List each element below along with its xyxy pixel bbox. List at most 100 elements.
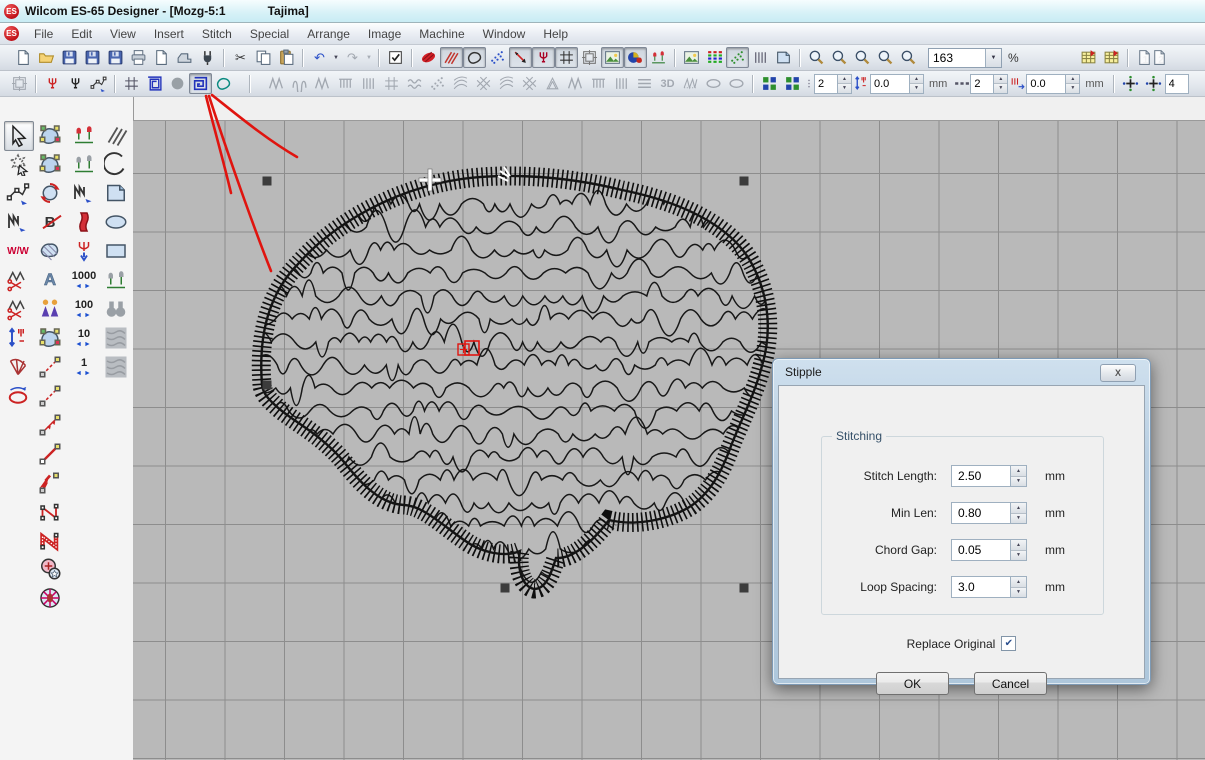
stitch-ratio-tool[interactable]: W/W (4, 237, 32, 265)
stitch-cross-icon[interactable] (518, 73, 541, 94)
rectangle-tool[interactable] (102, 237, 130, 265)
stitch-zigzag2-icon[interactable] (564, 73, 587, 94)
title-bar[interactable]: ES Wilcom ES-65 Designer - [Mozg-5:1 Taj… (0, 0, 1205, 23)
length-adjust-tool[interactable] (4, 324, 32, 352)
stitch-run-icon[interactable] (633, 73, 656, 94)
menu-view[interactable]: View (101, 25, 145, 43)
rotate-tool[interactable] (36, 179, 64, 207)
menu-file[interactable]: File (25, 25, 62, 43)
ok-button[interactable]: OK (876, 672, 949, 695)
view-outlines-icon[interactable] (463, 47, 486, 68)
spin-down-icon[interactable]: ▼ (1066, 84, 1079, 93)
stitch-estitch-icon[interactable] (334, 73, 357, 94)
view-picture-icon[interactable] (601, 47, 624, 68)
column-offset-input[interactable] (1027, 75, 1065, 93)
paste-icon[interactable] (275, 47, 298, 68)
closed-object-tool[interactable] (36, 527, 64, 555)
shape-cut-tool[interactable] (102, 179, 130, 207)
stitch-loop-b-icon[interactable] (725, 73, 748, 94)
edge-input[interactable] (1166, 75, 1188, 93)
needle-drop-tool[interactable] (70, 237, 98, 265)
arrow-line-tool[interactable] (36, 411, 64, 439)
ellipse-tool[interactable] (102, 208, 130, 236)
menu-arrange[interactable]: Arrange (298, 25, 359, 43)
spin-up-icon[interactable]: ▲ (1011, 466, 1026, 477)
bitmap-tool-icon[interactable] (680, 47, 703, 68)
texture-sample-tool[interactable] (102, 324, 130, 352)
flower-disabled-tool[interactable] (102, 266, 130, 294)
stitch-contour-icon[interactable] (495, 73, 518, 94)
circle-fill-icon[interactable] (166, 73, 189, 94)
menu-image[interactable]: Image (359, 25, 410, 43)
dashed-line-tool[interactable] (36, 353, 64, 381)
replace-original-checkbox[interactable]: ✔ (1001, 636, 1016, 651)
menu-machine[interactable]: Machine (410, 25, 473, 43)
redo-icon[interactable]: ↷ (341, 47, 364, 68)
new-icon[interactable] (12, 47, 35, 68)
spin-down-icon[interactable]: ▼ (910, 84, 923, 93)
eyelet-tool[interactable] (36, 584, 64, 612)
mirror-merge-v-icon[interactable] (781, 73, 804, 94)
hoop-layout-icon[interactable] (8, 73, 31, 94)
reshape-object-tool[interactable] (36, 150, 64, 178)
reshape-hat-tool[interactable] (36, 324, 64, 352)
min-len-input[interactable] (952, 503, 1010, 523)
save-design-icon[interactable] (104, 47, 127, 68)
stitch-zigzag-icon[interactable] (265, 73, 288, 94)
spin-up-icon[interactable]: ▲ (910, 75, 923, 85)
menu-insert[interactable]: Insert (145, 25, 193, 43)
spin-up-icon[interactable]: ▲ (1066, 75, 1079, 85)
spin-up-icon[interactable]: ▲ (1011, 540, 1026, 551)
jump-1000-tool[interactable]: 1000◄► (70, 266, 98, 294)
object-properties-icon[interactable] (384, 47, 407, 68)
copy-icon[interactable] (252, 47, 275, 68)
stitch-lattice-icon[interactable] (472, 73, 495, 94)
open-icon[interactable] (35, 47, 58, 68)
menu-edit[interactable]: Edit (62, 25, 101, 43)
parallel-lines-tool[interactable] (102, 121, 130, 149)
spin-down-icon[interactable]: ▼ (994, 84, 1007, 93)
undo-dropdown-icon[interactable]: ▼ (331, 55, 341, 61)
write-design-to-table-icon[interactable] (1077, 47, 1100, 68)
stitch-triangle-icon[interactable] (541, 73, 564, 94)
redo-dropdown-icon[interactable]: ▼ (364, 55, 374, 61)
spiral-fill-icon[interactable] (143, 73, 166, 94)
view-artwork-icon[interactable] (624, 47, 647, 68)
cancel-button[interactable]: Cancel (974, 672, 1047, 695)
close-icon[interactable]: X (1100, 364, 1136, 382)
mirror-merge-h-icon[interactable] (758, 73, 781, 94)
stitch-fancy-icon[interactable] (449, 73, 472, 94)
arc-tool[interactable] (102, 150, 130, 178)
view-connectors-icon[interactable] (509, 47, 532, 68)
circle-stitch-tool[interactable] (4, 382, 32, 410)
cut-needle-tool[interactable] (4, 295, 32, 323)
view-stitches-icon[interactable] (417, 47, 440, 68)
print-icon[interactable] (127, 47, 150, 68)
menu-window[interactable]: Window (474, 25, 535, 43)
zoom-in-icon[interactable] (874, 47, 897, 68)
zoom-box-icon[interactable] (851, 47, 874, 68)
zoom-1to1-icon[interactable] (805, 47, 828, 68)
rows-input[interactable] (815, 75, 837, 93)
save-as-machine-icon[interactable] (81, 47, 104, 68)
spin-down-icon[interactable]: ▼ (1011, 588, 1026, 598)
chord-gap-input[interactable] (952, 540, 1010, 560)
view-grid-icon[interactable] (555, 47, 578, 68)
undo-icon[interactable]: ↶ (308, 47, 331, 68)
export-window-icon[interactable] (772, 47, 795, 68)
fan-fill-tool[interactable] (4, 353, 32, 381)
zigzag-line-tool[interactable] (36, 469, 64, 497)
figures-tool[interactable] (36, 295, 64, 323)
stitch-3d-icon[interactable]: 3D (656, 73, 679, 94)
print-preview-icon[interactable] (150, 47, 173, 68)
buttonhole-tool[interactable] (36, 555, 64, 583)
view-hatch-icon[interactable] (440, 47, 463, 68)
spin-up-icon[interactable]: ▲ (838, 75, 851, 85)
stitch-program-split-icon[interactable] (403, 73, 426, 94)
penetration-red-icon[interactable] (41, 73, 64, 94)
zigzag-run-tool[interactable] (4, 208, 32, 236)
run-line-tool[interactable] (36, 440, 64, 468)
add-node-icon[interactable] (87, 73, 110, 94)
zigzag-input-tool[interactable] (70, 179, 98, 207)
spin-down-icon[interactable]: ▼ (838, 84, 851, 93)
